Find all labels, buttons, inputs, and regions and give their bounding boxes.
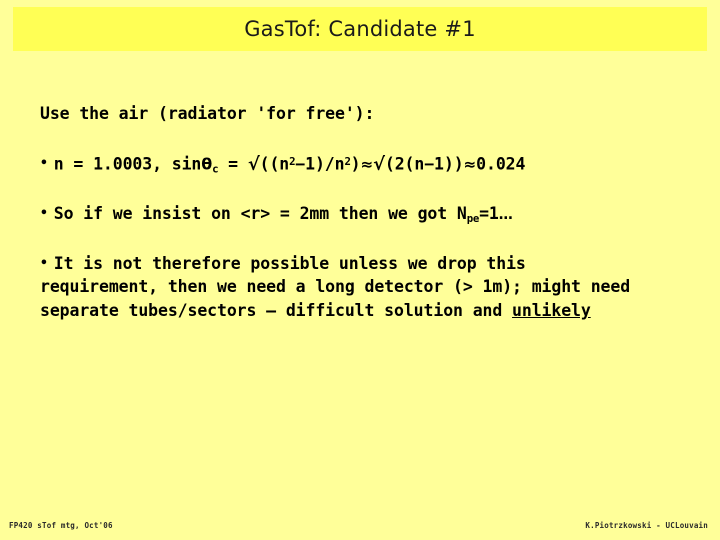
- bullet-item-1: • n = 1.0003, sinθc = √((n2−1)/n2)≈√(2(n−…: [40, 153, 680, 177]
- bullet-marker-icon: •: [40, 205, 48, 221]
- bullet2-prefix: So if we insist on <r> = 2mm then we got…: [53, 203, 467, 223]
- slide-title-band: GasTof: Candidate #1: [13, 7, 707, 51]
- approx-symbol-2: ≈: [463, 155, 477, 174]
- slide-body: Use the air (radiator 'for free'): • n = …: [40, 103, 680, 322]
- bullet-item-3: • It is not therefore possible unless we …: [40, 252, 648, 322]
- theta-symbol: θ: [201, 154, 213, 174]
- bullet1-expr2: (2(n−1)): [384, 154, 464, 174]
- bullet1-value: 0.024: [476, 154, 526, 174]
- footer-left-text: FP420 sTof mtg, Oct'06: [9, 521, 113, 530]
- bullet2-ellipsis: …: [498, 206, 513, 223]
- footer-right-text: K.Piotrzkowski - UCLouvain: [585, 521, 708, 530]
- slide-canvas: GasTof: Candidate #1 Use the air (radiat…: [0, 0, 720, 540]
- bullet3-underlined-text: unlikely: [512, 300, 591, 320]
- radical-icon-1: √: [247, 153, 260, 175]
- intro-line: Use the air (radiator 'for free'):: [40, 104, 375, 123]
- bullet1-expr1b: −1)/n: [295, 154, 345, 174]
- approx-symbol-1: ≈: [360, 155, 374, 174]
- bullet2-subscript: pe: [466, 211, 480, 225]
- radical-icon-2: √: [373, 153, 385, 175]
- bullet-marker-icon: •: [40, 156, 48, 172]
- bullet-item-2: • So if we insist on <r> = 2mm then we go…: [40, 203, 680, 226]
- slide-title: GasTof: Candidate #1: [244, 17, 476, 41]
- bullet1-equals: =: [218, 154, 248, 174]
- bullet1-expr1a: ((n: [259, 154, 290, 174]
- bullet-marker-icon: •: [40, 255, 48, 271]
- bullet1-prefix: n = 1.0003, sin: [53, 154, 202, 174]
- bullet1-expr1c: ): [350, 154, 361, 174]
- bullet2-suffix: =1: [479, 203, 499, 223]
